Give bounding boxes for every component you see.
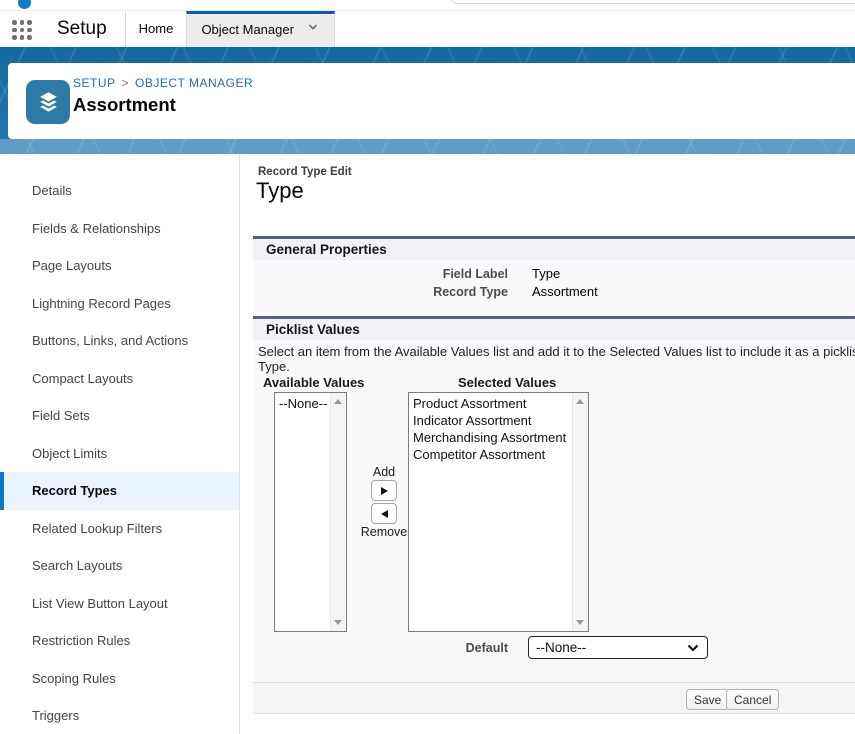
sidebar-item[interactable]: Triggers (0, 697, 239, 734)
sidebar-item-label: Search Layouts (32, 558, 122, 573)
selected-values-label: Selected Values (458, 375, 556, 390)
scroll-down-icon[interactable] (576, 620, 584, 625)
sidebar-item[interactable]: Related Lookup Filters (0, 510, 239, 548)
general-properties-body: Field Label Type Record Type Assortment (253, 260, 855, 317)
scroll-up-icon[interactable] (576, 399, 584, 404)
selected-values-scrollbar[interactable] (572, 393, 588, 631)
object-title: Assortment (73, 94, 176, 116)
add-label: Add (353, 465, 415, 479)
setup-page: Setup Home Object Manager SET (0, 0, 855, 734)
app-launcher-icon[interactable] (12, 20, 32, 40)
save-button[interactable]: Save (686, 689, 729, 710)
remove-button[interactable] (371, 503, 397, 524)
sidebar-item-label: Compact Layouts (32, 371, 133, 386)
sidebar-item[interactable]: Field Sets (0, 397, 239, 435)
picklist-values-body: Select an item from the Available Values… (253, 340, 855, 682)
sidebar-item-label: List View Button Layout (32, 596, 168, 611)
default-label: Default (253, 641, 508, 655)
default-select-value: --None-- (529, 640, 687, 655)
triangle-right-icon (381, 487, 388, 495)
sidebar-item-label: Related Lookup Filters (32, 521, 162, 536)
sidebar-item[interactable]: Restriction Rules (0, 622, 239, 660)
form-row: Field Label Type (253, 265, 855, 283)
available-values-label: Available Values (263, 375, 364, 390)
tab-object-manager[interactable]: Object Manager (186, 11, 335, 47)
form-row-value: Assortment (508, 283, 598, 301)
breadcrumb-setup-link[interactable]: SETUP (73, 76, 116, 90)
general-properties-header: General Properties (253, 239, 855, 260)
default-select[interactable]: --None-- (528, 636, 708, 659)
sidebar-item-label: Object Limits (32, 446, 107, 461)
sidebar-item[interactable]: Page Layouts (0, 247, 239, 285)
triangle-left-icon (381, 510, 388, 518)
sidebar-item[interactable]: List View Button Layout (0, 585, 239, 623)
picklist-description-line2: Type. (258, 359, 290, 374)
sidebar-item-label: Page Layouts (32, 258, 112, 273)
listbox-option[interactable]: Competitor Assortment (413, 446, 573, 463)
sidebar-item[interactable]: Search Layouts (0, 547, 239, 585)
breadcrumb-separator: > (122, 76, 130, 90)
listbox-option[interactable]: Merchandising Assortment (413, 429, 573, 446)
main-content: Record Type Edit Type General Properties… (240, 154, 855, 734)
listbox-option[interactable]: Indicator Assortment (413, 412, 573, 429)
available-values-scrollbar[interactable] (330, 393, 346, 631)
chevron-down-icon (306, 14, 320, 45)
scroll-up-icon[interactable] (334, 399, 342, 404)
sidebar-item[interactable]: Details (0, 172, 239, 210)
global-search-box-fragment[interactable] (450, 0, 855, 4)
picklist-values-header: Picklist Values (253, 319, 855, 340)
sidebar-item[interactable]: Object Limits (0, 435, 239, 473)
scroll-down-icon[interactable] (334, 620, 342, 625)
form-action-strip: Save Cancel (253, 682, 855, 714)
object-manager-sidebar: Details Fields & Relationships Page Layo… (0, 154, 240, 734)
sidebar-item-label: Details (32, 183, 72, 198)
object-layers-icon (26, 80, 70, 124)
sidebar-item-label: Record Types (32, 483, 117, 498)
app-label: Setup (57, 11, 107, 47)
selected-values-options: Product AssortmentIndicator AssortmentMe… (409, 393, 573, 631)
sidebar-item-label: Triggers (32, 708, 79, 723)
remove-label: Remove (353, 525, 415, 539)
picklist-description-line1: Select an item from the Available Values… (258, 344, 855, 359)
sidebar-item-label: Field Sets (32, 408, 90, 423)
sidebar-item[interactable]: Record Types (0, 472, 239, 510)
object-header-card: SETUP > OBJECT MANAGER Assortment (8, 63, 855, 139)
chevron-down-icon (687, 644, 699, 652)
sidebar-item[interactable]: Lightning Record Pages (0, 285, 239, 323)
selected-values-listbox[interactable]: Product AssortmentIndicator AssortmentMe… (408, 392, 589, 632)
available-values-listbox[interactable]: --None-- (274, 392, 347, 632)
general-properties-section: General Properties Field Label Type Reco… (253, 236, 855, 317)
page-title: Type (256, 178, 304, 204)
sidebar-item[interactable]: Compact Layouts (0, 360, 239, 398)
sidebar-item-label: Restriction Rules (32, 633, 130, 648)
setup-banner: SETUP > OBJECT MANAGER Assortment (0, 47, 855, 154)
global-header-strip (0, 0, 855, 11)
sidebar-item-label: Buttons, Links, and Actions (32, 333, 188, 348)
add-button[interactable] (371, 480, 397, 501)
form-row: Record Type Assortment (253, 283, 855, 301)
tab-home[interactable]: Home (126, 11, 186, 47)
sidebar-item[interactable]: Buttons, Links, and Actions (0, 322, 239, 360)
salesforce-logo-icon (18, 0, 31, 9)
sidebar-item-label: Scoping Rules (32, 671, 116, 686)
cancel-button[interactable]: Cancel (726, 689, 779, 710)
available-values-options: --None-- (275, 393, 331, 631)
listbox-option[interactable]: --None-- (279, 395, 331, 412)
sidebar-item[interactable]: Fields & Relationships (0, 210, 239, 248)
form-row-value: Type (508, 265, 560, 283)
breadcrumb-object-manager-link[interactable]: OBJECT MANAGER (135, 76, 253, 90)
app-body: Details Fields & Relationships Page Layo… (0, 154, 855, 734)
picklist-values-section: Picklist Values Select an item from the … (253, 316, 855, 682)
sidebar-item[interactable]: Scoping Rules (0, 660, 239, 698)
tab-object-manager-label: Object Manager (201, 22, 294, 37)
page-eyebrow: Record Type Edit (258, 166, 352, 178)
sidebar-item-label: Fields & Relationships (32, 221, 161, 236)
listbox-option[interactable]: Product Assortment (413, 395, 573, 412)
form-row-label: Record Type (253, 283, 508, 301)
sidebar-item-label: Lightning Record Pages (32, 296, 171, 311)
form-row-label: Field Label (253, 265, 508, 283)
setup-nav-bar: Setup Home Object Manager (0, 11, 855, 47)
breadcrumb: SETUP > OBJECT MANAGER (73, 76, 253, 90)
